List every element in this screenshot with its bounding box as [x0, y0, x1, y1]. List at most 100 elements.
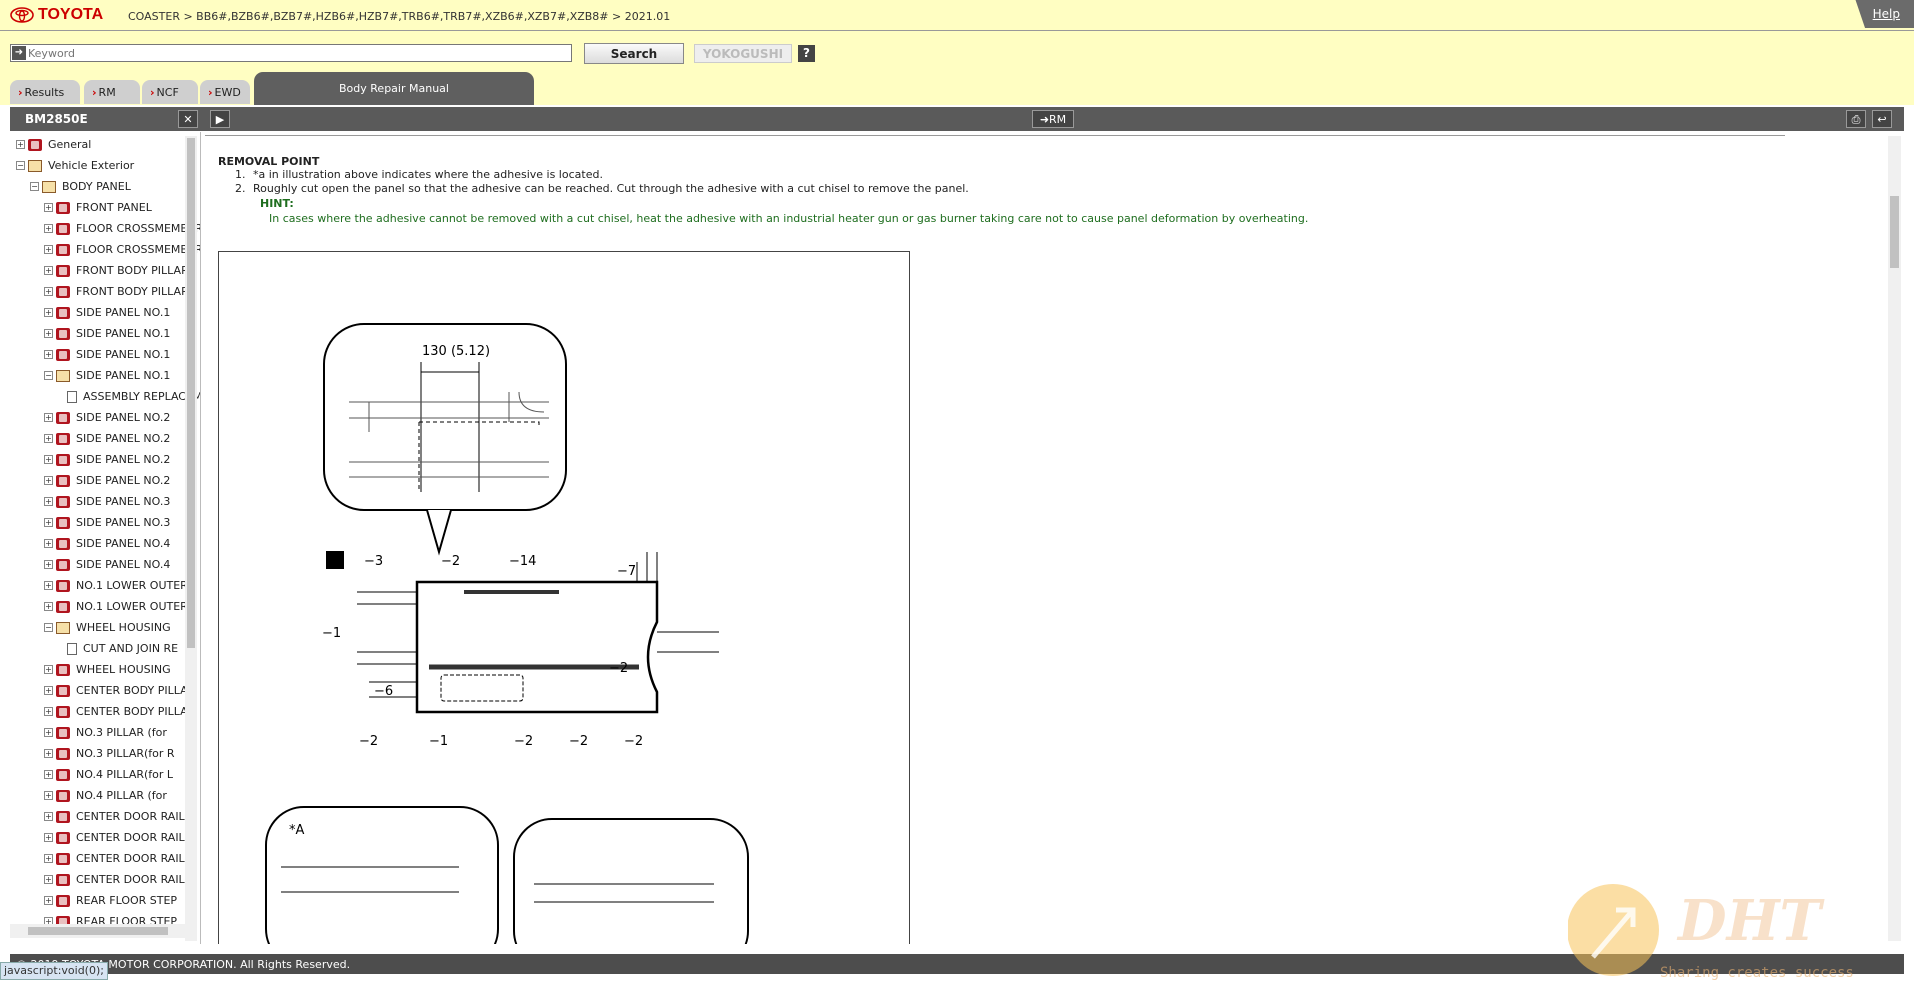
tree-item[interactable]: + SIDE PANEL NO.3: [44, 491, 170, 512]
help-icon[interactable]: ?: [798, 45, 815, 62]
tab-rm[interactable]: › RM: [84, 80, 140, 104]
book-icon: [56, 411, 70, 424]
tree-item[interactable]: + NO.1 LOWER OUTER: [44, 596, 188, 617]
book-icon: [56, 537, 70, 550]
tree-vertical-scrollbar[interactable]: [185, 136, 197, 941]
tree-horizontal-scrollbar[interactable]: [10, 924, 185, 938]
expand-icon[interactable]: +: [44, 539, 53, 548]
expand-icon[interactable]: +: [44, 602, 53, 611]
tree-item[interactable]: + SIDE PANEL NO.1: [44, 302, 170, 323]
expand-icon[interactable]: +: [44, 476, 53, 485]
expand-icon[interactable]: +: [44, 287, 53, 296]
scrollbar-thumb[interactable]: [28, 927, 168, 935]
expand-icon[interactable]: +: [16, 140, 25, 149]
search-button[interactable]: Search: [584, 43, 684, 64]
keyword-input[interactable]: [28, 45, 568, 61]
tree-item[interactable]: − SIDE PANEL NO.1: [44, 365, 170, 386]
tree-item[interactable]: + FRONT BODY PILLAR: [44, 260, 189, 281]
expand-icon[interactable]: +: [44, 770, 53, 779]
tree-item[interactable]: CUT AND JOIN RE: [56, 638, 178, 659]
tree-item[interactable]: + CENTER DOOR RAIL: [44, 869, 185, 890]
tree-item[interactable]: + General: [16, 134, 91, 155]
collapse-icon[interactable]: −: [30, 182, 39, 191]
expand-icon[interactable]: +: [44, 266, 53, 275]
expand-icon[interactable]: +: [44, 833, 53, 842]
tree-item[interactable]: + SIDE PANEL NO.4: [44, 533, 170, 554]
expand-icon[interactable]: +: [44, 518, 53, 527]
tree-item[interactable]: + FRONT BODY PILLAR: [44, 281, 189, 302]
yokogushi-button[interactable]: YOKOGUSHI: [694, 44, 792, 63]
tab-ncf[interactable]: › NCF: [142, 80, 198, 104]
tree-item[interactable]: + CENTER BODY PILLAR: [44, 680, 195, 701]
expand-icon[interactable]: +: [44, 329, 53, 338]
tree-item[interactable]: + CENTER DOOR RAIL: [44, 806, 185, 827]
tree-item[interactable]: + CENTER DOOR RAIL: [44, 848, 185, 869]
expand-icon[interactable]: +: [44, 791, 53, 800]
expand-icon[interactable]: +: [44, 455, 53, 464]
tree-item[interactable]: − WHEEL HOUSING: [44, 617, 171, 638]
tree-item[interactable]: − BODY PANEL: [30, 176, 131, 197]
toyota-logo[interactable]: TOYOTA: [10, 6, 103, 24]
tree-item[interactable]: + REAR FLOOR STEP: [44, 890, 177, 911]
tab-results[interactable]: › Results: [10, 80, 80, 104]
expand-icon[interactable]: +: [44, 308, 53, 317]
tree-item[interactable]: + NO.4 PILLAR(for L: [44, 764, 173, 785]
tree-item[interactable]: + FLOOR CROSSMEMBER: [44, 239, 201, 260]
content-vertical-scrollbar[interactable]: [1888, 136, 1901, 941]
search-input-box[interactable]: ➜: [10, 44, 572, 62]
help-link[interactable]: Help: [1855, 0, 1914, 28]
expand-icon[interactable]: +: [44, 854, 53, 863]
tree-item[interactable]: − Vehicle Exterior: [16, 155, 134, 176]
expand-icon[interactable]: +: [44, 749, 53, 758]
chevron-right-icon: ›: [150, 86, 155, 99]
expand-icon[interactable]: +: [44, 581, 53, 590]
return-icon[interactable]: ↩: [1872, 110, 1892, 128]
tree-item[interactable]: + SIDE PANEL NO.2: [44, 470, 170, 491]
tree-item[interactable]: + NO.3 PILLAR(for R: [44, 743, 175, 764]
expand-icon[interactable]: +: [44, 728, 53, 737]
tree-item[interactable]: + SIDE PANEL NO.1: [44, 344, 170, 365]
tree-item[interactable]: + SIDE PANEL NO.2: [44, 449, 170, 470]
tree-item[interactable]: + WHEEL HOUSING: [44, 659, 171, 680]
tree-item[interactable]: + SIDE PANEL NO.2: [44, 407, 170, 428]
expand-icon[interactable]: +: [44, 203, 53, 212]
tree-item[interactable]: + NO.1 LOWER OUTER: [44, 575, 188, 596]
tree-item-label: FLOOR CROSSMEMBER: [76, 243, 201, 256]
tree-item[interactable]: ASSEMBLY REPLACEMENT: [56, 386, 200, 407]
tree-item[interactable]: + CENTER DOOR RAIL: [44, 827, 185, 848]
tab-body-repair-manual[interactable]: Body Repair Manual: [254, 72, 534, 105]
expand-icon[interactable]: +: [44, 896, 53, 905]
expand-icon[interactable]: +: [44, 434, 53, 443]
tree-item[interactable]: + NO.3 PILLAR (for: [44, 722, 167, 743]
tab-ewd[interactable]: › EWD: [200, 80, 250, 104]
expand-icon[interactable]: +: [44, 497, 53, 506]
collapse-icon[interactable]: −: [44, 623, 53, 632]
print-icon[interactable]: ⎙: [1846, 110, 1866, 128]
tree-item[interactable]: + SIDE PANEL NO.2: [44, 428, 170, 449]
tree-item[interactable]: + SIDE PANEL NO.3: [44, 512, 170, 533]
expand-icon[interactable]: +: [44, 245, 53, 254]
collapse-icon[interactable]: −: [16, 161, 25, 170]
collapse-icon[interactable]: −: [44, 371, 53, 380]
expand-icon[interactable]: +: [44, 560, 53, 569]
tree-item[interactable]: + FLOOR CROSSMEMBER: [44, 218, 200, 239]
tree-item[interactable]: + FRONT PANEL: [44, 197, 152, 218]
expand-icon[interactable]: +: [44, 707, 53, 716]
expand-icon[interactable]: +: [44, 350, 53, 359]
expand-arrow-icon[interactable]: ▶: [210, 110, 230, 128]
tree-item[interactable]: + SIDE PANEL NO.1: [44, 323, 170, 344]
expand-icon[interactable]: +: [44, 812, 53, 821]
expand-icon[interactable]: +: [44, 413, 53, 422]
rm-link-button[interactable]: ➜RM: [1032, 110, 1074, 128]
close-icon[interactable]: ✕: [178, 110, 198, 128]
scrollbar-thumb[interactable]: [1890, 196, 1899, 268]
tree-item-label: NO.1 LOWER OUTER: [76, 579, 188, 592]
expand-icon[interactable]: +: [44, 686, 53, 695]
tree-item[interactable]: + NO.4 PILLAR (for: [44, 785, 167, 806]
expand-icon[interactable]: +: [44, 224, 53, 233]
expand-icon[interactable]: +: [44, 665, 53, 674]
expand-icon[interactable]: +: [44, 875, 53, 884]
tree-item[interactable]: + CENTER BODY PILLAR: [44, 701, 195, 722]
scrollbar-thumb[interactable]: [187, 138, 195, 648]
tree-item[interactable]: + SIDE PANEL NO.4: [44, 554, 170, 575]
